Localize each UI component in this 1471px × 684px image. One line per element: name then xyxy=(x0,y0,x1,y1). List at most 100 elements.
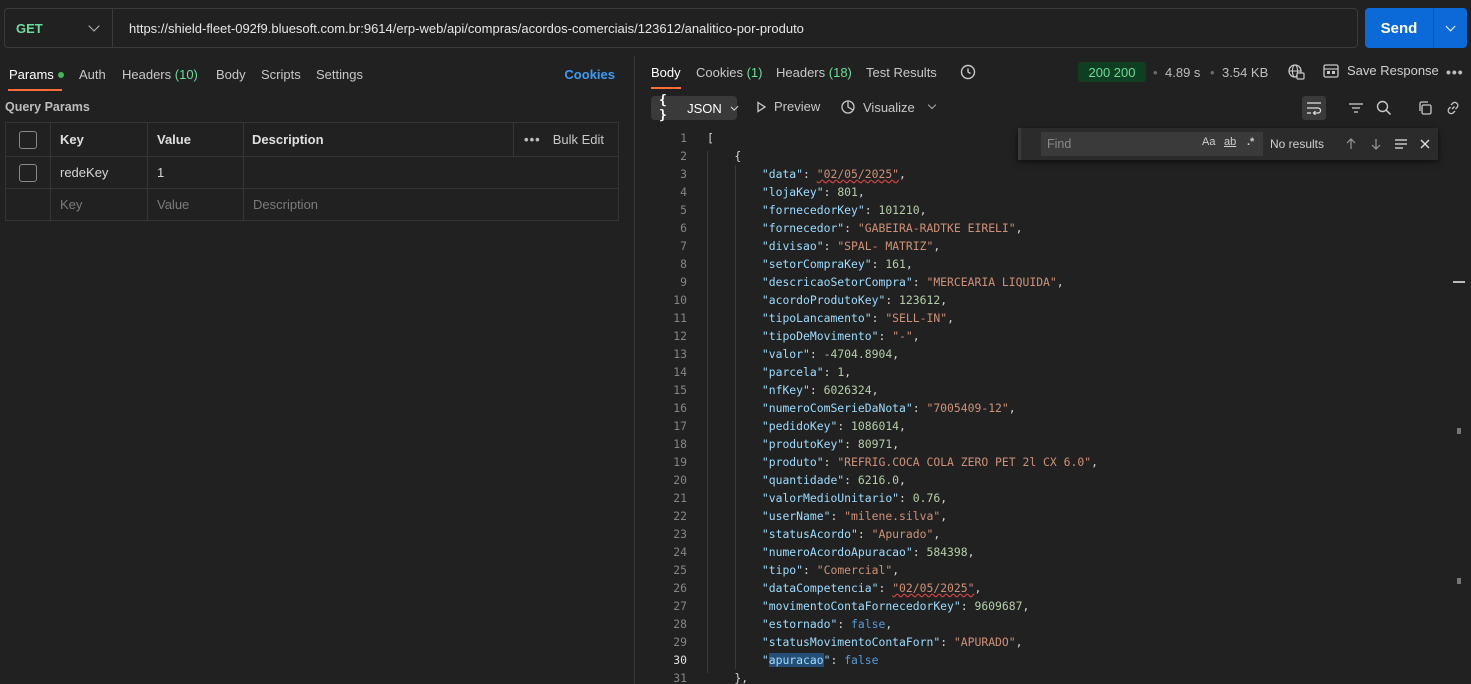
line-number: 29 xyxy=(673,635,687,649)
regex-toggle[interactable]: .* xyxy=(1247,136,1254,148)
link-icon[interactable] xyxy=(1441,96,1465,120)
param-key-cell[interactable]: redeKey xyxy=(50,156,148,189)
whole-word-toggle[interactable]: ab xyxy=(1224,136,1236,148)
search-icon[interactable] xyxy=(1372,96,1396,120)
json-colon: : xyxy=(885,293,900,307)
chevron-down-icon xyxy=(730,102,739,111)
copy-icon[interactable] xyxy=(1413,96,1437,120)
select-all-checkbox[interactable] xyxy=(19,130,37,149)
active-tab-indicator xyxy=(651,87,681,89)
preview-button[interactable]: Preview xyxy=(755,99,820,114)
tab-body[interactable]: Body xyxy=(216,67,246,82)
json-key: "fornecedorKey" xyxy=(761,203,865,217)
request-url-bar: GET xyxy=(4,8,1358,48)
tab-test-results[interactable]: Test Results xyxy=(866,65,937,80)
code-line: 7 "divisao": "SPAL- MATRIZ", xyxy=(651,237,1451,255)
save-response-icon xyxy=(1323,63,1339,78)
tab-response-cookies-label: Cookies xyxy=(696,65,743,80)
json-key: apuracao xyxy=(768,653,824,667)
json-comma: , xyxy=(1008,401,1016,415)
url-input[interactable] xyxy=(113,9,1357,47)
headers-count: (10) xyxy=(174,67,198,82)
save-response-button[interactable]: Save Response xyxy=(1323,63,1439,78)
json-value: "SPAL- MATRIZ" xyxy=(837,239,934,253)
code-line: 17 "pedidoKey": 1086014, xyxy=(651,417,1451,435)
tab-headers[interactable]: Headers (10) xyxy=(122,67,198,82)
json-colon: : xyxy=(803,167,817,181)
status-badge[interactable]: 200 200 xyxy=(1078,62,1146,82)
new-value-input[interactable]: Value xyxy=(147,188,244,221)
history-icon[interactable] xyxy=(959,63,977,84)
network-globe-icon[interactable] xyxy=(1287,63,1305,84)
json-key: "descricaoSetorCompra" xyxy=(761,275,913,289)
tab-auth[interactable]: Auth xyxy=(79,67,106,82)
code-line: 14 "parcela": 1, xyxy=(651,363,1451,381)
json-colon: : xyxy=(844,221,858,235)
json-colon: : xyxy=(837,617,852,631)
json-colon: : xyxy=(830,509,845,523)
json-colon: : xyxy=(864,203,879,217)
json-value: 123612 xyxy=(899,293,941,307)
code-line: 29 "statusMovimentoContaForn": "APURADO"… xyxy=(651,633,1451,651)
json-comma: , xyxy=(967,545,975,559)
wrap-lines-icon[interactable] xyxy=(1302,96,1326,120)
json-punctuation: { xyxy=(707,149,742,163)
visualize-dropdown-icon[interactable] xyxy=(927,100,937,110)
format-select[interactable]: { } JSON xyxy=(651,93,739,123)
json-colon: : xyxy=(823,185,838,199)
tab-settings[interactable]: Settings xyxy=(316,67,363,82)
tab-response-headers[interactable]: Headers (18) xyxy=(776,65,852,80)
visualize-button[interactable]: Visualize xyxy=(840,99,915,115)
code-text: "nfKey": 6026324, xyxy=(707,381,879,399)
arrow-up-icon[interactable] xyxy=(1341,134,1361,154)
new-description-input[interactable]: Description xyxy=(243,188,619,221)
tab-params[interactable]: Params xyxy=(9,67,64,82)
table-row-new: Key Value Description xyxy=(5,188,619,221)
request-tabs: Params Auth Headers (10) Body Scripts Se… xyxy=(0,56,634,92)
json-comma: , xyxy=(1056,275,1064,289)
json-colon: : xyxy=(809,383,824,397)
arrow-down-icon[interactable] xyxy=(1366,134,1386,154)
bulk-edit-button[interactable]: ••• Bulk Edit xyxy=(513,123,618,156)
tab-response-cookies[interactable]: Cookies (1) xyxy=(696,65,762,80)
code-text: "produto": "REFRIG.COCA COLA ZERO PET 2l… xyxy=(707,453,1098,471)
cookies-link[interactable]: Cookies xyxy=(564,67,615,82)
line-number: 24 xyxy=(673,545,687,559)
more-options-icon[interactable]: ••• xyxy=(1446,64,1464,80)
code-text: "fornecedorKey": 101210, xyxy=(707,201,927,219)
response-time[interactable]: 4.89 s xyxy=(1165,65,1200,80)
json-key: "valorMedioUnitario" xyxy=(761,491,900,505)
param-value-cell[interactable]: 1 xyxy=(147,156,244,189)
row-checkbox[interactable] xyxy=(19,163,37,182)
find-in-selection-icon[interactable] xyxy=(1391,134,1411,154)
filter-icon[interactable] xyxy=(1344,96,1368,120)
json-key: "fornecedor" xyxy=(761,221,845,235)
method-select[interactable]: GET xyxy=(5,9,113,47)
more-icon: ••• xyxy=(524,132,541,147)
match-case-toggle[interactable]: Aa xyxy=(1202,136,1215,148)
visualize-label: Visualize xyxy=(863,99,915,115)
json-colon: : xyxy=(823,455,838,469)
tab-scripts[interactable]: Scripts xyxy=(261,67,301,82)
new-key-input[interactable]: Key xyxy=(50,188,148,221)
code-line: 8 "setorCompraKey": 161, xyxy=(651,255,1451,273)
response-size[interactable]: 3.54 KB xyxy=(1222,65,1268,80)
tab-response-body[interactable]: Body xyxy=(651,65,681,80)
code-text: "pedidoKey": 1086014, xyxy=(707,417,906,435)
json-value: "Apurado" xyxy=(871,527,934,541)
description-header-cell: Description ••• Bulk Edit xyxy=(243,122,619,157)
response-body-editor[interactable]: 1[2 {3 "data": "02/05/2025", 4 "lojaKey":… xyxy=(651,129,1451,684)
send-button[interactable]: Send xyxy=(1365,8,1433,48)
close-icon[interactable] xyxy=(1415,134,1435,154)
json-value: "SELL-IN" xyxy=(885,311,948,325)
code-text: "apuracao": false xyxy=(707,651,878,669)
visualize-icon xyxy=(841,100,855,114)
send-options-button[interactable] xyxy=(1433,8,1467,48)
param-description-cell[interactable] xyxy=(243,156,619,189)
